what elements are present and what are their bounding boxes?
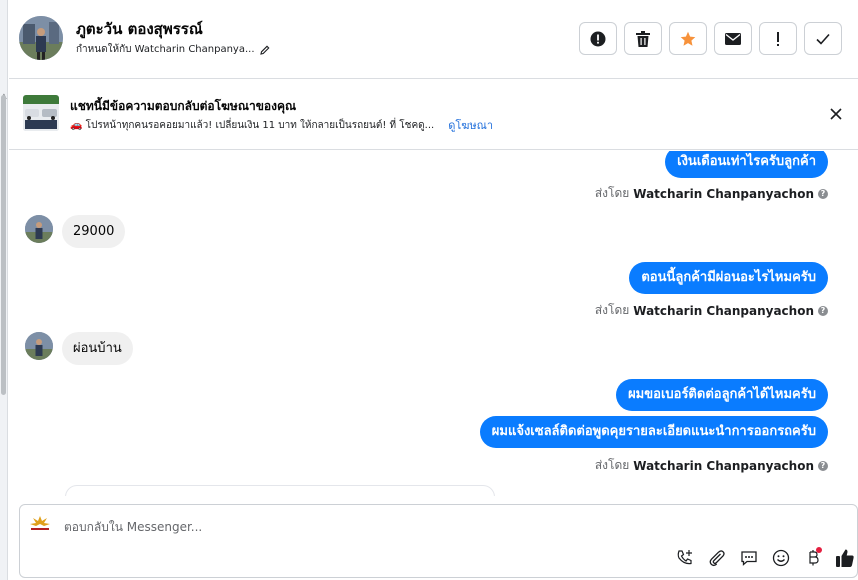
header-actions — [579, 22, 842, 55]
exclamation-icon — [777, 31, 779, 46]
incoming-message[interactable]: 29000 — [62, 215, 126, 248]
trash-icon — [636, 30, 650, 47]
attachment-button[interactable] — [705, 546, 729, 570]
outgoing-message[interactable]: ผมแจ้งเซลล์ติดต่อพูดคุยรายละเอียดแนะนำกา… — [479, 416, 828, 448]
contact-avatar-small[interactable] — [25, 215, 53, 243]
page-logo — [28, 515, 52, 533]
conversation-panel: ภูตะวัน ตองสุพรรณ์ กำหนดให้กับ Watcharin… — [9, 0, 858, 580]
mark-done-button[interactable] — [804, 22, 842, 55]
saved-replies-button[interactable] — [737, 546, 761, 570]
reply-input[interactable]: ตอบกลับใน Messenger... — [64, 518, 202, 537]
info-icon[interactable]: ? — [818, 188, 828, 199]
star-icon — [680, 31, 696, 46]
assigned-to-label: กำหนดให้กับ Watcharin Chanpanya... — [76, 44, 255, 55]
outgoing-message[interactable]: เงินเดือนเท่าไรครับลูกค้า — [665, 151, 828, 178]
payment-button[interactable] — [801, 546, 825, 570]
sender-line: ส่งโดย Watcharin Chanpanyachon ? — [595, 301, 828, 320]
sender-prefix: ส่งโดย — [594, 303, 630, 317]
outgoing-message[interactable]: ผมขอเบอร์ติดต่อลูกค้าได้ไหมครับ — [616, 379, 828, 411]
close-icon — [830, 108, 842, 120]
ad-banner-title: แชทนี้มีข้อความตอบกลับต่อโฆษณาของคุณ — [70, 99, 297, 113]
spam-button[interactable] — [579, 22, 617, 55]
thumbs-up-icon — [836, 549, 854, 567]
add-contact-icon — [677, 550, 692, 565]
contact-avatar[interactable] — [19, 16, 63, 60]
star-button[interactable] — [669, 22, 707, 55]
envelope-icon — [725, 32, 741, 45]
send-like-button[interactable] — [833, 546, 857, 570]
incoming-message[interactable]: ผ่อนบ้าน — [62, 332, 133, 365]
emoji-button[interactable] — [769, 546, 793, 570]
scrollbar-thumb[interactable] — [1, 95, 6, 395]
close-banner-button[interactable] — [826, 104, 846, 124]
emoji-icon — [772, 549, 790, 567]
conversation-header: ภูตะวัน ตองสุพรรณ์ กำหนดให้กับ Watcharin… — [9, 0, 858, 79]
mark-unread-button[interactable] — [714, 22, 752, 55]
sender-line: ส่งโดย Watcharin Chanpanyachon ? — [595, 184, 828, 203]
view-ad-link[interactable]: ดูโฆษณา — [448, 116, 493, 134]
sender-name: Watcharin Chanpanyachon — [633, 186, 814, 201]
assignment-row[interactable]: กำหนดให้กับ Watcharin Chanpanya... — [76, 42, 270, 57]
sender-name: Watcharin Chanpanyachon — [633, 458, 814, 473]
contact-avatar-small[interactable] — [25, 332, 53, 360]
outgoing-message[interactable]: ตอนนี้ลูกค้ามีผ่อนอะไรไหมครับ — [629, 262, 828, 294]
pencil-icon[interactable] — [259, 45, 270, 55]
ad-banner-description-row: 🚗 โปรหน้าทุกคนรอคอยมาแล้ว! เปลี่ยนเงิน 1… — [70, 116, 493, 134]
notification-dot — [816, 547, 822, 553]
info-icon[interactable]: ? — [818, 460, 828, 471]
partially-visible-card — [65, 485, 495, 496]
info-icon[interactable]: ? — [818, 305, 828, 316]
ad-thumbnail[interactable] — [23, 95, 59, 131]
sender-prefix: ส่งโดย — [594, 186, 630, 200]
sender-line: ส่งโดย Watcharin Chanpanyachon ? — [595, 456, 828, 475]
ad-description: 🚗 โปรหน้าทุกคนรอคอยมาแล้ว! เปลี่ยนเงิน 1… — [70, 119, 435, 131]
left-scrollbar[interactable]: ▲ — [0, 0, 8, 580]
follow-up-button[interactable] — [759, 22, 797, 55]
contact-name[interactable]: ภูตะวัน ตองสุพรรณ์ — [76, 17, 203, 41]
sender-prefix: ส่งโดย — [594, 458, 630, 472]
ad-reply-banner: แชทนี้มีข้อความตอบกลับต่อโฆษณาของคุณ 🚗 โ… — [9, 80, 858, 150]
add-contact-button[interactable] — [673, 546, 697, 570]
delete-button[interactable] — [624, 22, 662, 55]
alert-circle-icon — [590, 31, 606, 46]
reply-composer[interactable]: ตอบกลับใน Messenger... — [19, 504, 858, 578]
saved-replies-icon — [741, 551, 757, 566]
sender-name: Watcharin Chanpanyachon — [633, 303, 814, 318]
message-thread[interactable]: เงินเดือนเท่าไรครับลูกค้า ส่งโดย Watchar… — [9, 151, 858, 496]
composer-toolbar — [673, 546, 857, 570]
checkmark-icon — [816, 33, 830, 45]
attachment-icon — [709, 550, 725, 567]
